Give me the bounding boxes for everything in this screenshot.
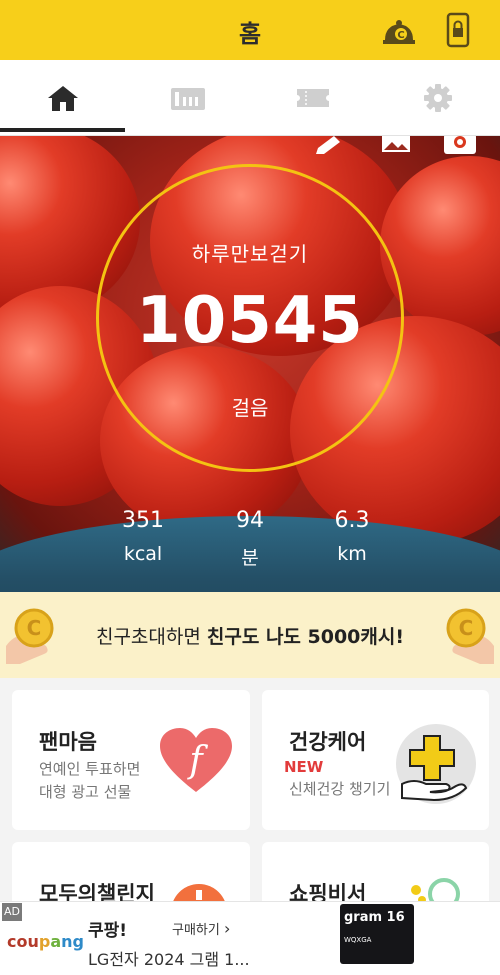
- tab-ticket[interactable]: [250, 60, 375, 136]
- card-description: 신체건강 챙기기: [289, 780, 391, 798]
- invite-banner[interactable]: C 친구초대하면 친구도 나도 5000캐시! C: [0, 592, 500, 678]
- hand-plus-icon: [394, 722, 478, 810]
- phone-lock-icon[interactable]: [440, 12, 476, 48]
- product-name: gram 16: [344, 910, 405, 925]
- gear-icon: [423, 84, 452, 112]
- active-tab-indicator: [0, 128, 125, 132]
- lamp-icon[interactable]: C: [381, 12, 417, 48]
- gift-shop-icon: [170, 88, 205, 110]
- top-bar: 홈 C: [0, 0, 500, 60]
- distance-unit: km: [337, 543, 367, 565]
- coupang-logo: coupang: [7, 932, 84, 951]
- svg-text:C: C: [459, 616, 474, 640]
- coin-hand-icon: C: [426, 602, 494, 670]
- ad-tag: AD: [2, 903, 22, 921]
- card-description: 연예인 투표하면 대형 광고 선물: [39, 760, 141, 801]
- ad-product-image: gram 16 WQXGA: [340, 904, 414, 964]
- step-count: 10545: [136, 284, 364, 358]
- product-model: WQXGA: [344, 936, 372, 944]
- camera-icon[interactable]: [442, 136, 478, 158]
- chevron-right-icon: ›: [223, 919, 231, 938]
- ticket-icon: [296, 89, 329, 107]
- home-icon: [47, 86, 78, 111]
- invite-banner-text: 친구초대하면 친구도 나도 5000캐시!: [95, 626, 405, 648]
- svg-text:C: C: [397, 30, 404, 41]
- card-title: 건강케어: [289, 730, 367, 754]
- tab-home[interactable]: [0, 60, 125, 136]
- step-unit: 걸음: [231, 396, 269, 420]
- image-icon[interactable]: [378, 136, 414, 158]
- challenge-label: 하루만보걷기: [191, 242, 309, 266]
- distance-value: 6.3: [334, 508, 370, 533]
- buy-button[interactable]: 구매하기 ›: [172, 919, 230, 938]
- tab-settings[interactable]: [375, 60, 500, 136]
- stat-minutes: 94 분: [205, 508, 295, 570]
- new-badge: NEW: [284, 758, 324, 776]
- card-title: 팬마음: [39, 730, 97, 754]
- step-counter-hero: 하루만보걷기 10545 걸음 351 kcal 94 분 6.3 km: [0, 136, 500, 592]
- ad-banner[interactable]: AD coupang 쿠팡! 구매하기 › LG전자 2024 그램 1... …: [0, 901, 500, 975]
- minutes-unit: 분: [241, 547, 259, 569]
- tab-gift[interactable]: [125, 60, 250, 136]
- stat-distance: 6.3 km: [307, 508, 397, 565]
- ad-description: LG전자 2024 그램 1...: [88, 950, 250, 969]
- minutes-value: 94: [236, 508, 264, 533]
- calories-unit: kcal: [123, 543, 163, 565]
- card-fan-heart[interactable]: 팬마음 연예인 투표하면 대형 광고 선물 f: [12, 690, 250, 830]
- tab-bar: [0, 60, 500, 136]
- heart-f-icon: f: [160, 728, 232, 798]
- ad-title: 쿠팡!: [88, 921, 128, 941]
- card-health-care[interactable]: 건강케어 NEW 신체건강 챙기기: [262, 690, 489, 830]
- pen-icon[interactable]: [310, 136, 346, 158]
- page-title: 홈: [238, 20, 262, 48]
- calories-value: 351: [122, 508, 164, 533]
- stat-calories: 351 kcal: [98, 508, 188, 565]
